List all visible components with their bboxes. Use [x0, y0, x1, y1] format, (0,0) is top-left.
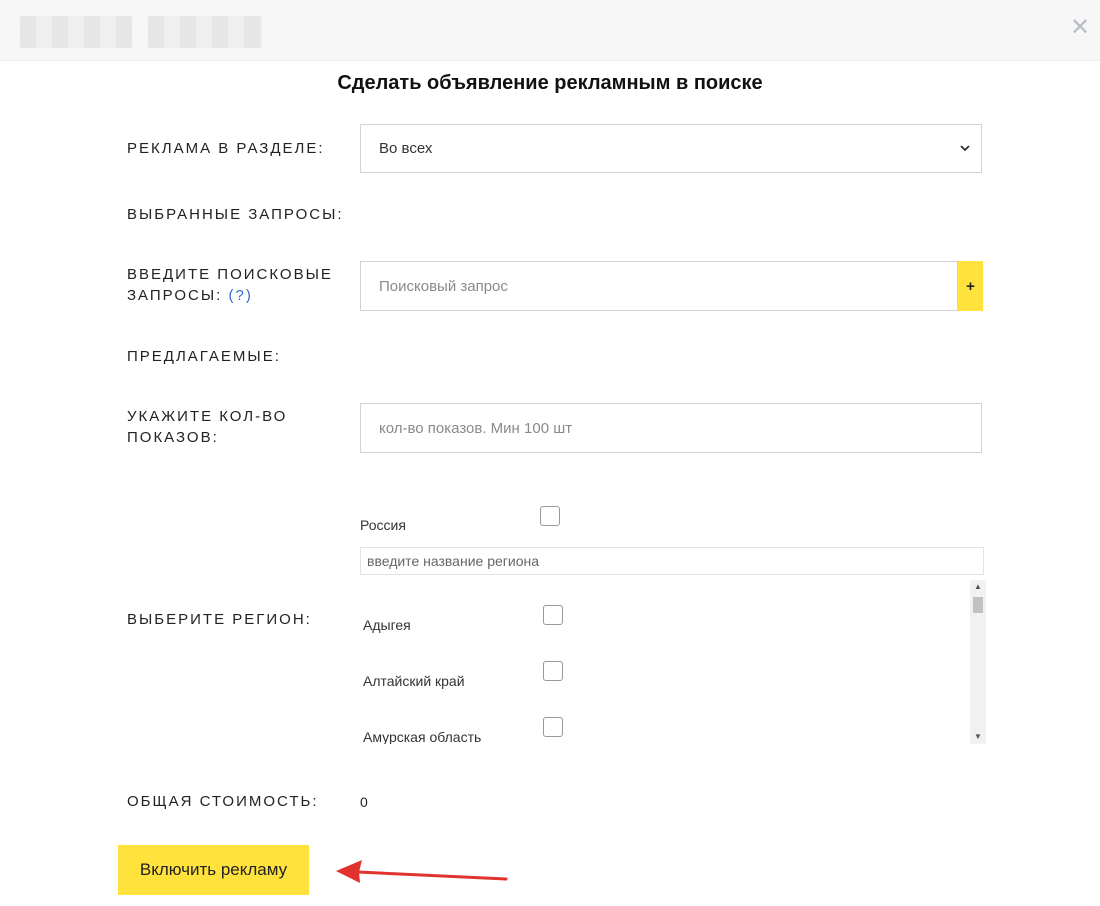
search-query-field[interactable]	[360, 261, 958, 311]
country-label: Россия	[360, 517, 406, 533]
modal-title: Сделать объявление рекламным в поиске	[337, 72, 763, 94]
impressions-field[interactable]	[360, 403, 982, 453]
region-search-input[interactable]	[361, 548, 995, 574]
impressions-label: Укажите кол-во показов:	[127, 408, 288, 446]
blurred-title-part	[20, 16, 132, 48]
section-select[interactable]: Во всех	[360, 124, 982, 173]
add-query-button[interactable]: +	[958, 261, 983, 311]
total-label: Общая стоимость:	[127, 793, 319, 810]
modal-header: ✕	[0, 0, 1100, 61]
country-checkbox[interactable]	[540, 506, 560, 526]
section-label: Реклама в разделе:	[127, 140, 325, 157]
region-item-checkbox[interactable]	[543, 605, 563, 625]
close-icon[interactable]: ✕	[1066, 14, 1094, 42]
help-link[interactable]: (?)	[228, 287, 252, 304]
selected-queries-label: Выбранные запросы:	[127, 206, 344, 223]
scroll-down-icon[interactable]: ▼	[970, 730, 986, 744]
region-label: Выберите регион:	[127, 611, 312, 628]
scrollbar-thumb[interactable]	[973, 597, 983, 613]
region-list[interactable]: Адыгея Алтайский край Амурская область	[360, 580, 970, 744]
region-item-label: Амурская область	[363, 729, 482, 744]
blurred-title-part	[148, 16, 262, 48]
impressions-input[interactable]	[361, 404, 981, 452]
search-queries-label: Введите поисковые запросы: (?)	[127, 264, 347, 306]
total-value: 0	[360, 794, 368, 810]
enable-ads-button[interactable]: Включить рекламу	[118, 845, 309, 895]
section-select-control[interactable]: Во всех	[361, 125, 981, 172]
region-item-label: Алтайский край	[363, 673, 465, 689]
region-item-label: Адыгея	[363, 617, 411, 633]
region-list-scrollbar[interactable]: ▲ ▼	[970, 580, 986, 744]
scroll-up-icon[interactable]: ▲	[970, 580, 986, 594]
annotation-arrow-icon	[336, 860, 508, 883]
suggested-label: Предлагаемые:	[127, 348, 281, 365]
region-item-checkbox[interactable]	[543, 661, 563, 681]
region-item-checkbox[interactable]	[543, 717, 563, 737]
region-search-field[interactable]	[360, 547, 995, 575]
chevron-down-icon	[960, 145, 970, 152]
search-query-input[interactable]	[361, 262, 957, 310]
